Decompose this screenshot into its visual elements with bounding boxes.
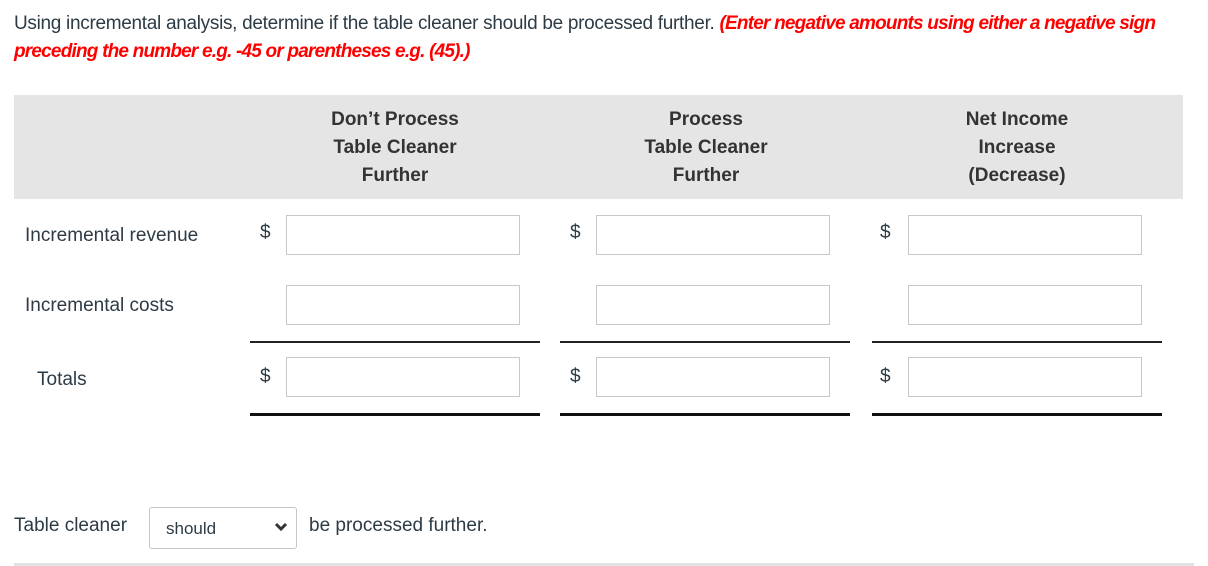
costs-process-input[interactable] (596, 285, 830, 325)
currency-symbol: $ (880, 222, 891, 243)
revenue-process-input[interactable] (596, 215, 830, 255)
costs-dont-process-input[interactable] (286, 285, 520, 325)
conclusion-prefix: Table cleaner (14, 515, 128, 536)
subtotal-line (560, 341, 850, 343)
row-label-incremental-revenue: Incremental revenue (25, 225, 199, 246)
question-prompt: Using incremental analysis, determine if… (14, 13, 715, 34)
row-label-incremental-costs: Incremental costs (25, 295, 174, 316)
totals-process-input[interactable] (596, 357, 830, 397)
currency-symbol: $ (570, 222, 581, 243)
revenue-dont-process-input[interactable] (286, 215, 520, 255)
revenue-net-input[interactable] (908, 215, 1142, 255)
subtotal-line (872, 341, 1162, 343)
total-line (872, 413, 1162, 416)
selected-value: should (166, 519, 217, 538)
currency-symbol: $ (260, 366, 271, 387)
conclusion-suffix: be processed further. (309, 515, 488, 536)
decision-select[interactable]: should (149, 507, 297, 549)
totals-net-input[interactable] (908, 357, 1142, 397)
totals-dont-process-input[interactable] (286, 357, 520, 397)
column-header-net-income: Net Income Increase (Decrease) (965, 109, 1069, 186)
column-header-process: Process Table Cleaner Further (644, 109, 768, 186)
row-label-totals: Totals (37, 369, 87, 390)
total-line (250, 413, 540, 416)
costs-net-input[interactable] (908, 285, 1142, 325)
currency-symbol: $ (880, 366, 891, 387)
currency-symbol: $ (260, 222, 271, 243)
subtotal-line (250, 341, 540, 343)
column-header-dont-process: Don’t Process Table Cleaner Further (331, 109, 459, 186)
chevron-down-icon (274, 516, 288, 543)
total-line (560, 413, 850, 416)
question-text: Using incremental analysis, determine if… (14, 10, 1194, 66)
currency-symbol: $ (570, 366, 581, 387)
